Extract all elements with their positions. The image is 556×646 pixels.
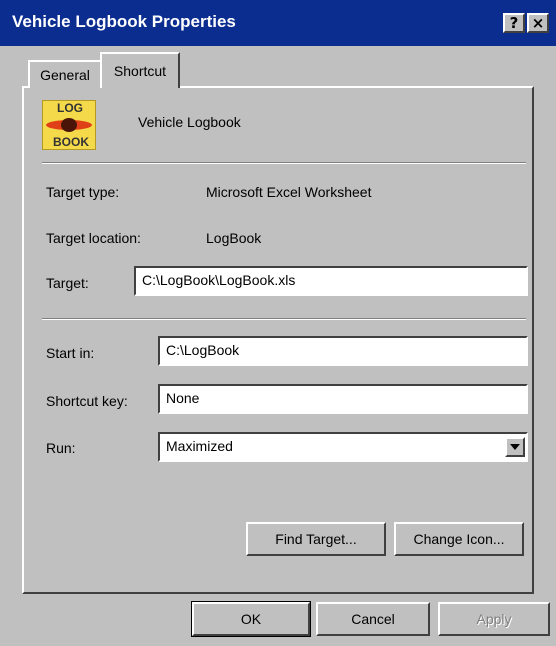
tab-general-label: General: [40, 67, 90, 83]
tab-general[interactable]: General: [28, 60, 102, 88]
tab-shortcut-label: Shortcut: [113, 63, 167, 79]
chevron-down-icon: [510, 444, 520, 450]
shortcut-key-label: Shortcut key:: [46, 393, 128, 409]
logbook-icon: LOG BOOK: [42, 100, 96, 150]
close-icon: ×: [531, 13, 545, 32]
run-select[interactable]: Maximized: [158, 432, 528, 462]
cancel-button[interactable]: Cancel: [316, 602, 430, 636]
target-location-label: Target location:: [46, 230, 141, 246]
tab-shortcut[interactable]: Shortcut: [100, 52, 180, 88]
help-icon: ?: [509, 13, 519, 32]
target-location-value: LogBook: [206, 230, 262, 246]
apply-button[interactable]: Apply: [438, 602, 550, 636]
target-input[interactable]: C:\LogBook\LogBook.xls: [134, 266, 528, 296]
find-target-button[interactable]: Find Target...: [246, 522, 386, 556]
help-button[interactable]: ?: [503, 13, 525, 33]
separator: [42, 162, 526, 164]
close-button[interactable]: ×: [527, 13, 549, 33]
shortcut-name: Vehicle Logbook: [138, 114, 241, 130]
separator: [42, 318, 526, 320]
start-in-input[interactable]: C:\LogBook: [158, 336, 528, 366]
shortcut-key-input[interactable]: None: [158, 384, 528, 414]
window-title: Vehicle Logbook Properties: [12, 12, 236, 31]
run-label: Run:: [46, 440, 76, 456]
target-label: Target:: [46, 275, 89, 291]
ok-button[interactable]: OK: [191, 601, 311, 637]
target-type-label: Target type:: [46, 184, 120, 200]
target-type-value: Microsoft Excel Worksheet: [206, 184, 372, 200]
run-select-value: Maximized: [166, 438, 233, 454]
start-in-label: Start in:: [46, 345, 95, 361]
run-dropdown-button[interactable]: [505, 437, 525, 457]
change-icon-button[interactable]: Change Icon...: [394, 522, 524, 556]
